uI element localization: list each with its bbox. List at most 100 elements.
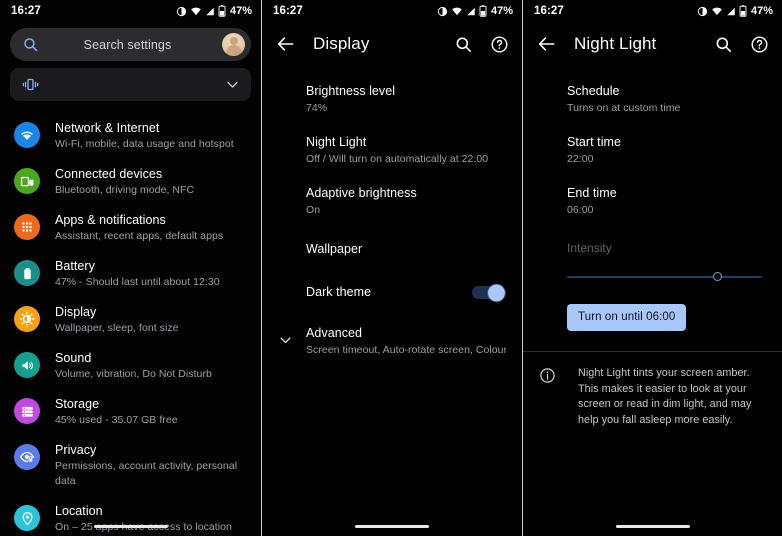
sidebar-item-network-internet[interactable]: Network & Internet Wi-Fi, mobile, data u…	[0, 113, 261, 159]
pref-title: Dark theme	[306, 285, 372, 299]
sidebar-item-connected-devices[interactable]: Connected devices Bluetooth, driving mod…	[0, 159, 261, 205]
three-phone-screenshots: 16:27 47% Search settings Network & Inte…	[0, 0, 782, 536]
sidebar-item-title: Apps & notifications	[55, 213, 166, 227]
settings-items-list: Network & Internet Wi-Fi, mobile, data u…	[0, 113, 261, 536]
battery-icon	[479, 5, 487, 17]
sidebar-item-apps-notifications[interactable]: Apps & notifications Assistant, recent a…	[0, 205, 261, 251]
search-icon[interactable]	[454, 35, 473, 54]
vibration-suggestion-card[interactable]	[10, 68, 251, 101]
account-avatar[interactable]	[222, 33, 245, 56]
sidebar-item-texts: Storage 45% used - 35.07 GB free	[55, 396, 178, 428]
settings-screen: 16:27 47% Search settings Network & Inte…	[0, 0, 261, 536]
intensity-slider[interactable]	[523, 269, 782, 285]
info-text: Night Light tints your screen amber. Thi…	[578, 367, 752, 426]
pref-title: Adaptive brightness	[306, 186, 417, 200]
page-title: Night Light	[574, 34, 657, 53]
sidebar-item-texts: Network & Internet Wi-Fi, mobile, data u…	[55, 120, 234, 152]
display-settings-screen: 16:27 47% Display Brightness level 74% N…	[261, 0, 523, 536]
sidebar-item-texts: Privacy Permissions, account activity, p…	[55, 442, 251, 489]
info-icon	[540, 368, 555, 383]
sidebar-item-title: Sound	[55, 351, 92, 365]
home-indicator[interactable]	[93, 525, 168, 528]
pref-dark-theme[interactable]: Dark theme	[262, 272, 522, 313]
turn-on-until-button[interactable]: Turn on until 06:00	[567, 304, 687, 331]
sidebar-item-subtitle: Volume, vibration, Do Not Disturb	[55, 368, 212, 380]
status-icons: 47%	[437, 5, 513, 17]
sidebar-item-subtitle: Wi-Fi, mobile, data usage and hotspot	[55, 138, 234, 150]
battery-icon	[218, 5, 226, 17]
toggle-knob	[488, 284, 505, 301]
chevron-down-icon[interactable]	[278, 333, 293, 348]
sidebar-item-title: Battery	[55, 259, 95, 273]
sidebar-item-title: Display	[55, 305, 97, 319]
pref-schedule[interactable]: Schedule Turns on at custom time	[523, 74, 782, 125]
pref-subtitle: 22:00	[567, 153, 594, 165]
sidebar-item-title: Connected devices	[55, 167, 163, 181]
pref-title: Night Light	[306, 135, 367, 149]
night-light-icon	[697, 6, 708, 16]
search-icon[interactable]	[714, 35, 733, 54]
pref-end-time[interactable]: End time 06:00	[523, 176, 782, 227]
pref-advanced[interactable]: Advanced Screen timeout, Auto-rotate scr…	[262, 313, 522, 367]
sidebar-item-privacy[interactable]: Privacy Permissions, account activity, p…	[0, 435, 261, 496]
sidebar-item-display[interactable]: Display Wallpaper, sleep, font size	[0, 297, 261, 343]
signal-icon	[206, 7, 214, 15]
chevron-down-icon[interactable]	[225, 77, 240, 92]
wifi-icon	[191, 7, 201, 15]
pref-night-light[interactable]: Night Light Off / Will turn on automatic…	[262, 125, 522, 176]
slider-knob[interactable]	[712, 272, 722, 281]
battery-icon	[14, 260, 40, 286]
sidebar-item-subtitle: Permissions, account activity, personal …	[55, 460, 238, 487]
night-light-icon	[176, 6, 187, 16]
pref-title: Start time	[567, 135, 621, 149]
pref-subtitle: 06:00	[567, 204, 594, 216]
brightness-icon	[14, 306, 40, 332]
wifi-icon	[712, 7, 722, 15]
pref-subtitle: Off / Will turn on automatically at 22:0…	[306, 153, 489, 165]
night-light-app-bar: Night Light	[523, 22, 782, 66]
status-icons: 47%	[176, 5, 252, 17]
sidebar-item-title: Storage	[55, 397, 100, 411]
sidebar-item-texts: Battery 47% - Should last until about 12…	[55, 258, 220, 290]
pref-wallpaper[interactable]: Wallpaper	[262, 227, 522, 272]
sidebar-item-sound[interactable]: Sound Volume, vibration, Do Not Disturb	[0, 343, 261, 389]
sidebar-item-texts: Location On – 25 apps have access to loc…	[55, 503, 232, 535]
pref-subtitle: On	[306, 204, 321, 216]
sidebar-item-subtitle: Wallpaper, sleep, font size	[55, 322, 179, 334]
page-title: Display	[313, 34, 370, 53]
vibration-icon	[22, 78, 39, 91]
storage-icon	[14, 398, 40, 424]
night-light-icon	[437, 6, 448, 16]
battery-icon	[739, 5, 747, 17]
dark-theme-toggle[interactable]	[472, 284, 505, 301]
home-indicator[interactable]	[355, 525, 429, 528]
battery-percent: 47%	[750, 5, 773, 17]
sidebar-item-title: Privacy	[55, 443, 97, 457]
help-icon[interactable]	[490, 35, 509, 54]
sidebar-item-subtitle: Bluetooth, driving mode, NFC	[55, 184, 195, 196]
help-icon[interactable]	[750, 35, 769, 54]
sidebar-item-title: Network & Internet	[55, 121, 160, 135]
apps-grid-icon	[14, 214, 40, 240]
status-time: 16:27	[534, 5, 564, 17]
search-settings-bar[interactable]: Search settings	[10, 28, 251, 61]
pref-brightness-level[interactable]: Brightness level 74%	[262, 74, 522, 125]
status-time: 16:27	[11, 5, 41, 17]
back-arrow-icon[interactable]	[276, 34, 296, 54]
status-icons: 47%	[697, 5, 773, 17]
battery-percent: 47%	[229, 5, 252, 17]
sidebar-item-storage[interactable]: Storage 45% used - 35.07 GB free	[0, 389, 261, 435]
status-bar: 16:27 47%	[523, 0, 782, 22]
sidebar-item-battery[interactable]: Battery 47% - Should last until about 12…	[0, 251, 261, 297]
sidebar-item-location[interactable]: Location On – 25 apps have access to loc…	[0, 496, 261, 536]
display-app-bar: Display	[262, 22, 522, 66]
sidebar-item-texts: Display Wallpaper, sleep, font size	[55, 304, 179, 336]
sidebar-item-subtitle: 47% - Should last until about 12:30	[55, 276, 220, 288]
pref-subtitle: Turns on at custom time	[567, 102, 681, 114]
home-indicator[interactable]	[615, 525, 690, 528]
volume-icon	[14, 352, 40, 378]
sidebar-item-texts: Sound Volume, vibration, Do Not Disturb	[55, 350, 212, 382]
pref-start-time[interactable]: Start time 22:00	[523, 125, 782, 176]
pref-adaptive-brightness[interactable]: Adaptive brightness On	[262, 176, 522, 227]
back-arrow-icon[interactable]	[537, 34, 557, 54]
